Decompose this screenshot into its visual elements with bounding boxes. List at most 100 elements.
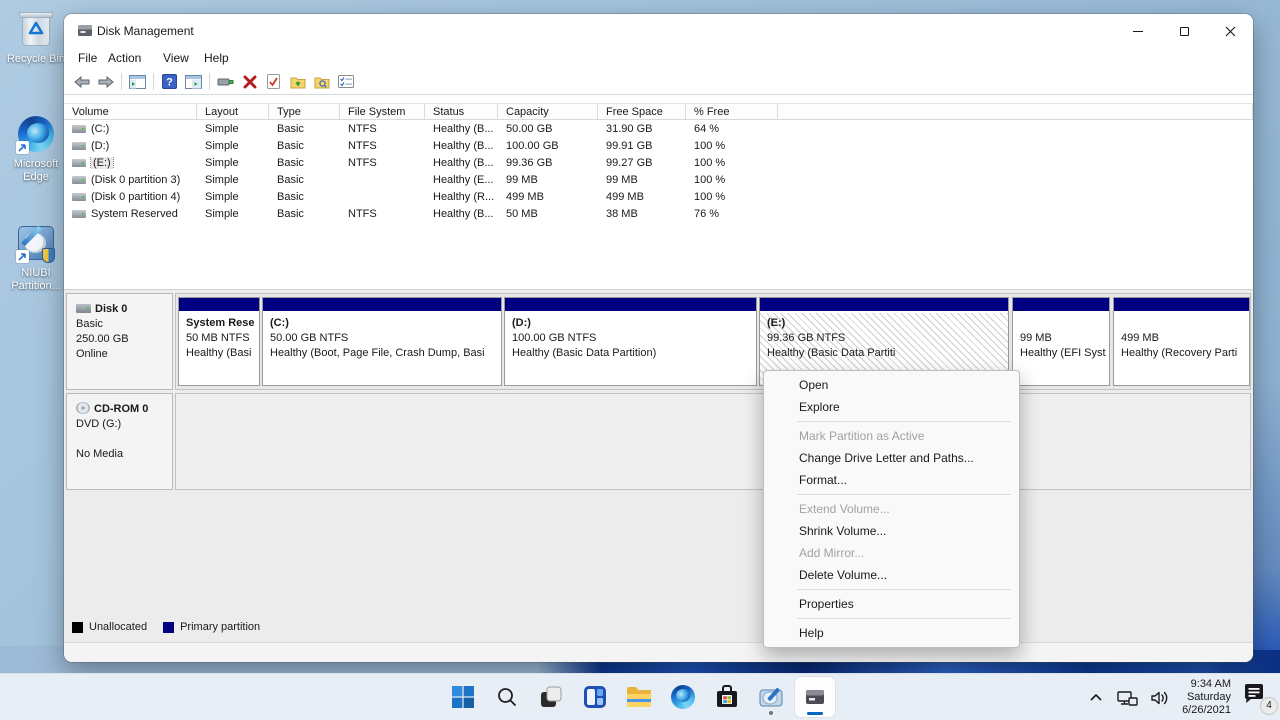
disk0-name: Disk 0 — [95, 303, 127, 315]
table-row-selected[interactable]: (E:) Simple Basic NTFS Healthy (B... 99.… — [64, 154, 1253, 171]
column-header-status[interactable]: Status — [425, 104, 498, 119]
menu-item-format[interactable]: Format... — [764, 469, 1019, 491]
column-header-capacity[interactable]: Capacity — [498, 104, 598, 119]
menu-item-mark-partition-active: Mark Partition as Active — [764, 425, 1019, 447]
disk-management-app-icon — [77, 23, 93, 38]
partition-health: Healthy (Basic Data Partiti — [767, 346, 1008, 361]
partition-c[interactable]: (C:) 50.00 GB NTFS Healthy (Boot, Page F… — [262, 297, 502, 386]
menu-item-properties[interactable]: Properties — [764, 593, 1019, 615]
disk0-label-panel[interactable]: Disk 0 Basic 250.00 GB Online — [66, 293, 173, 390]
menu-item-shrink-volume[interactable]: Shrink Volume... — [764, 520, 1019, 542]
disk0-size: 250.00 GB — [76, 332, 172, 347]
volume-icon — [72, 125, 86, 133]
menu-separator — [797, 494, 1011, 495]
column-header-volume[interactable]: Volume — [64, 104, 197, 119]
cell-capacity: 99 MB — [498, 174, 598, 186]
show-console-tree-button[interactable] — [129, 74, 146, 90]
partition-recovery[interactable]: 499 MB Healthy (Recovery Parti — [1113, 297, 1250, 386]
menu-separator — [797, 618, 1011, 619]
cell-free: 31.90 GB — [598, 123, 686, 135]
table-row[interactable]: (C:) Simple Basic NTFS Healthy (B... 50.… — [64, 120, 1253, 137]
partition-title — [1020, 316, 1109, 331]
notification-center-button[interactable]: 4 — [1242, 683, 1272, 713]
recycle-bin-icon — [15, 8, 57, 50]
table-row[interactable]: System Reserved Simple Basic NTFS Health… — [64, 205, 1253, 222]
column-header-pct-free[interactable]: % Free — [686, 104, 778, 119]
widgets-button[interactable] — [575, 677, 615, 717]
cell-layout: Simple — [197, 191, 269, 203]
menu-item-change-drive-letter[interactable]: Change Drive Letter and Paths... — [764, 447, 1019, 469]
desktop-icon-microsoft-edge[interactable]: Microsoft Edge — [3, 113, 69, 184]
network-icon[interactable] — [1116, 689, 1138, 707]
system-tray: 9:34 AM Saturday 6/26/2021 4 — [1087, 674, 1272, 720]
menu-bar: File Action View Help — [64, 48, 1253, 69]
task-view-button[interactable] — [531, 677, 571, 717]
column-header-type[interactable]: Type — [269, 104, 340, 119]
menu-file[interactable]: File — [78, 51, 97, 65]
column-header-free-space[interactable]: Free Space — [598, 104, 686, 119]
partition-size: 99 MB — [1020, 331, 1109, 346]
cell-fs: NTFS — [340, 123, 425, 135]
cell-layout: Simple — [197, 140, 269, 152]
cdrom-name: CD-ROM 0 — [94, 403, 148, 415]
disk-management-taskbar-button[interactable] — [795, 677, 835, 717]
table-row[interactable]: (Disk 0 partition 3) Simple Basic Health… — [64, 171, 1253, 188]
menu-action[interactable]: Action — [108, 51, 141, 65]
recycle-arrows-icon — [26, 21, 46, 41]
partition-title: System Rese — [186, 316, 259, 331]
view-options-button[interactable] — [337, 74, 354, 90]
cdrom-row: CD-ROM 0 DVD (G:) No Media — [66, 393, 1251, 490]
desktop-icon-niubi-partition[interactable]: NIUBI Partition... — [3, 222, 69, 293]
search-button[interactable] — [487, 677, 527, 717]
microsoft-store-button[interactable] — [707, 677, 747, 717]
menu-item-open[interactable]: Open — [764, 374, 1019, 396]
cdrom-media-strip — [175, 393, 1251, 490]
open-folder-button[interactable] — [289, 74, 306, 90]
table-row[interactable]: (D:) Simple Basic NTFS Healthy (B... 100… — [64, 137, 1253, 154]
column-header-file-system[interactable]: File System — [340, 104, 425, 119]
cell-fs: NTFS — [340, 157, 425, 169]
help-button[interactable]: ? — [161, 74, 178, 90]
cell-capacity: 100.00 GB — [498, 140, 598, 152]
cell-status: Healthy (B... — [425, 140, 498, 152]
taskbar-clock[interactable]: 9:34 AM Saturday 6/26/2021 — [1182, 678, 1231, 717]
partition-size: 100.00 GB NTFS — [512, 331, 756, 346]
partition-efi[interactable]: 99 MB Healthy (EFI Syst — [1012, 297, 1110, 386]
explore-folder-button[interactable] — [313, 74, 330, 90]
table-row[interactable]: (Disk 0 partition 4) Simple Basic Health… — [64, 188, 1253, 205]
menu-item-explore[interactable]: Explore — [764, 396, 1019, 418]
partition-system-reserved[interactable]: System Rese 50 MB NTFS Healthy (Basi — [178, 297, 260, 386]
windows-logo-icon — [452, 686, 474, 708]
close-button[interactable] — [1207, 14, 1253, 48]
menu-help[interactable]: Help — [204, 51, 229, 65]
show-action-pane-button[interactable] — [185, 74, 202, 90]
column-header-layout[interactable]: Layout — [197, 104, 269, 119]
widgets-icon — [583, 685, 607, 709]
disk-graphical-view: Disk 0 Basic 250.00 GB Online System Res… — [64, 289, 1253, 642]
properties-button[interactable] — [217, 74, 234, 90]
disk-management-window: Disk Management File Action View Help ? — [64, 14, 1253, 662]
desktop-icon-recycle-bin[interactable]: Recycle Bin — [3, 8, 69, 66]
partition-d[interactable]: (D:) 100.00 GB NTFS Healthy (Basic Data … — [504, 297, 757, 386]
delete-volume-button[interactable] — [241, 74, 258, 90]
tray-chevron-up-icon[interactable] — [1087, 691, 1105, 705]
menu-item-help[interactable]: Help — [764, 622, 1019, 644]
niubi-partition-taskbar-button[interactable] — [751, 677, 791, 717]
file-explorer-button[interactable] — [619, 677, 659, 717]
disk0-type: Basic — [76, 317, 172, 332]
menu-item-delete-volume[interactable]: Delete Volume... — [764, 564, 1019, 586]
cdrom-label-panel[interactable]: CD-ROM 0 DVD (G:) No Media — [66, 393, 173, 490]
menu-view[interactable]: View — [163, 51, 189, 65]
volume-icon — [72, 142, 86, 150]
cell-capacity: 50 MB — [498, 208, 598, 220]
edge-button[interactable] — [663, 677, 703, 717]
minimize-button[interactable] — [1115, 14, 1161, 48]
partition-size: 499 MB — [1121, 331, 1249, 346]
forward-button[interactable] — [97, 74, 114, 90]
start-button[interactable] — [443, 677, 483, 717]
back-button[interactable] — [73, 74, 90, 90]
maximize-button[interactable] — [1161, 14, 1207, 48]
mark-active-document-button[interactable] — [265, 74, 282, 90]
volume-icon[interactable] — [1149, 689, 1171, 707]
toolbar-separator — [121, 73, 122, 90]
